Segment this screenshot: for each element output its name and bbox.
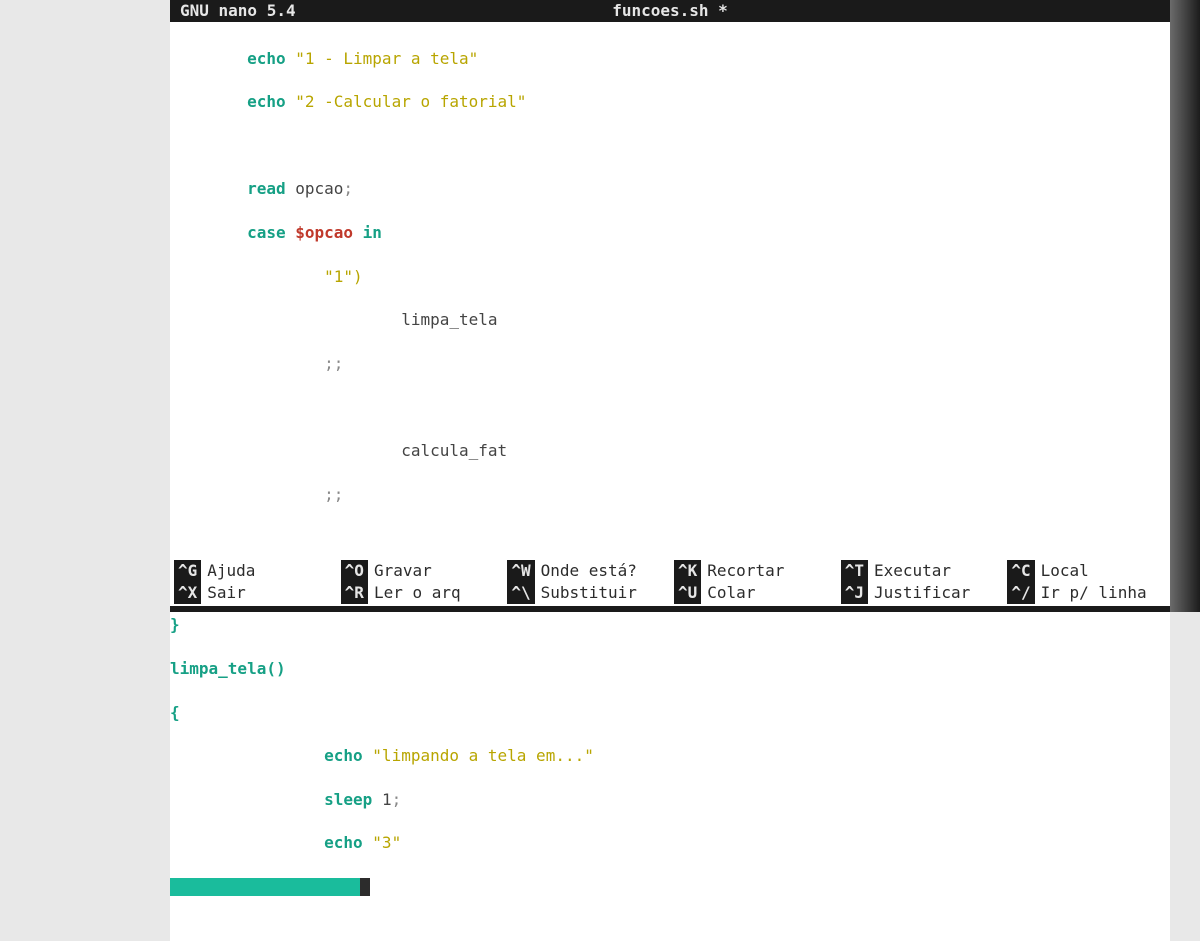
key-label: ^R xyxy=(341,582,368,604)
keyword-read: read xyxy=(247,179,286,198)
shortcut-whereis[interactable]: ^W Onde está? xyxy=(503,560,670,582)
shortcut-help[interactable]: ^G Ajuda xyxy=(170,560,337,582)
brace-close: } xyxy=(170,615,180,634)
shortcut-row-1: ^G Ajuda ^O Gravar ^W Onde está? ^K Recortar… xyxy=(170,560,1170,582)
shortcut-label: Onde está? xyxy=(541,560,637,582)
terminal-window: GNU nano 5.4 funcoes.sh * echo "1 - Limp… xyxy=(170,0,1170,612)
shortcut-location[interactable]: ^C Local xyxy=(1003,560,1170,582)
keyword-echo: echo xyxy=(324,833,363,852)
nano-filename: funcoes.sh * xyxy=(612,0,728,22)
identifier: opcao xyxy=(295,179,343,198)
nano-shortcut-bar: ^G Ajuda ^O Gravar ^W Onde está? ^K Recortar… xyxy=(170,560,1170,604)
monitor-bezel xyxy=(1170,0,1200,612)
shortcut-replace[interactable]: ^\ Substituir xyxy=(503,582,670,604)
nano-app-name: GNU nano 5.4 xyxy=(180,0,296,22)
key-label: ^K xyxy=(674,560,701,582)
editor-area[interactable]: echo "1 - Limpar a tela" echo "2 -Calcul… xyxy=(170,22,1170,941)
shortcut-paste[interactable]: ^U Colar xyxy=(670,582,837,604)
case-pattern: "1") xyxy=(324,267,363,286)
shortcut-label: Justificar xyxy=(874,582,970,604)
key-label: ^G xyxy=(174,560,201,582)
shortcut-label: Recortar xyxy=(707,560,784,582)
shortcut-label: Ajuda xyxy=(207,560,255,582)
cursor-line xyxy=(170,876,1170,898)
function-call: calcula_fat xyxy=(401,441,507,460)
keyword-echo: echo xyxy=(324,746,363,765)
key-label: ^X xyxy=(174,582,201,604)
key-label: ^W xyxy=(507,560,534,582)
shortcut-readfile[interactable]: ^R Ler o arq xyxy=(337,582,504,604)
key-label: ^/ xyxy=(1007,582,1034,604)
shortcut-cut[interactable]: ^K Recortar xyxy=(670,560,837,582)
key-label: ^C xyxy=(1007,560,1034,582)
shortcut-label: Executar xyxy=(874,560,951,582)
keyword-in: in xyxy=(363,223,382,242)
variable: $opcao xyxy=(295,223,353,242)
shortcut-row-2: ^XSair ^RLer o arq ^\Substituir ^UColar … xyxy=(170,582,1170,604)
key-label: ^T xyxy=(841,560,868,582)
case-terminator: ;; xyxy=(324,485,343,504)
selection-highlight xyxy=(170,878,360,896)
bottom-dark-strip xyxy=(170,606,1170,612)
function-definition: limpa_tela() xyxy=(170,659,286,678)
key-label: ^O xyxy=(341,560,368,582)
shortcut-execute[interactable]: ^T Executar xyxy=(837,560,1004,582)
string-literal: "3" xyxy=(372,833,401,852)
shortcut-label: Local xyxy=(1041,560,1089,582)
keyword-echo: echo xyxy=(247,49,286,68)
keyword-echo: echo xyxy=(247,92,286,111)
key-label: ^\ xyxy=(507,582,534,604)
shortcut-writeout[interactable]: ^O Gravar xyxy=(337,560,504,582)
brace-open: { xyxy=(170,703,180,722)
key-label: ^J xyxy=(841,582,868,604)
string-literal: "1 - Limpar a tela" xyxy=(295,49,478,68)
nano-titlebar: GNU nano 5.4 funcoes.sh * xyxy=(170,0,1170,22)
keyword-case: case xyxy=(247,223,286,242)
keyword-sleep: sleep xyxy=(324,790,372,809)
shortcut-label: Substituir xyxy=(541,582,637,604)
shortcut-gotoline[interactable]: ^/ Ir p/ linha xyxy=(1003,582,1170,604)
shortcut-label: Ir p/ linha xyxy=(1041,582,1147,604)
shortcut-label: Sair xyxy=(207,582,246,604)
string-literal: "limpando a tela em..." xyxy=(372,746,594,765)
key-label: ^U xyxy=(674,582,701,604)
shortcut-label: Ler o arq xyxy=(374,582,461,604)
shortcut-label: Colar xyxy=(707,582,755,604)
string-literal: "2 -Calcular o fatorial" xyxy=(295,92,526,111)
case-terminator: ;; xyxy=(324,354,343,373)
shortcut-label: Gravar xyxy=(374,560,432,582)
number-literal: 1 xyxy=(382,790,392,809)
text-cursor xyxy=(360,878,370,896)
function-call: limpa_tela xyxy=(401,310,497,329)
shortcut-exit[interactable]: ^X Sair xyxy=(170,582,337,604)
shortcut-justify[interactable]: ^J Justificar xyxy=(837,582,1004,604)
